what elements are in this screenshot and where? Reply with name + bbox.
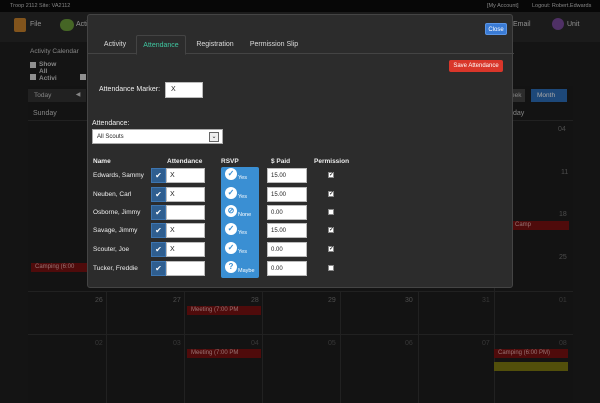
tab-activity[interactable]: Activity — [96, 35, 134, 54]
scout-name: Osborne, Jimmy — [93, 209, 141, 216]
attendance-input[interactable]: X — [166, 242, 205, 257]
attendance-checkbox[interactable]: ✔ — [151, 187, 166, 202]
tab-permission-slip[interactable]: Permission Slip — [245, 35, 303, 54]
rsvp-label: Yes — [238, 230, 247, 236]
rsvp-label: Yes — [238, 194, 247, 200]
rsvp-status[interactable]: ✓ Yes — [223, 187, 259, 205]
rsvp-label: Yes — [238, 249, 247, 255]
attendance-checkbox[interactable]: ✔ — [151, 168, 166, 183]
attendance-filter-value: All Scouts — [97, 134, 124, 140]
scout-name: Edwards, Sammy — [93, 172, 144, 179]
attendance-checkbox[interactable]: ✔ — [151, 205, 166, 220]
check-icon: ✔ — [155, 226, 162, 235]
check-icon: ✓ — [225, 242, 237, 254]
scout-name: Scouter, Joe — [93, 246, 130, 253]
paid-input[interactable]: 0.00 — [267, 242, 307, 257]
rsvp-label: Yes — [238, 175, 247, 181]
chevron-down-icon: ⌄ — [209, 132, 219, 142]
attendance-checkbox[interactable]: ✔ — [151, 261, 166, 276]
attendance-input[interactable] — [166, 205, 205, 220]
rsvp-status[interactable]: ⊘ None — [223, 205, 259, 223]
column-header-name: Name — [93, 158, 111, 165]
permission-checkbox[interactable]: ✓ — [328, 191, 334, 197]
attendance-input[interactable]: X — [166, 168, 205, 183]
check-icon: ✓ — [225, 223, 237, 235]
permission-checkbox[interactable]: ✓ — [328, 172, 334, 178]
attendance-checkbox[interactable]: ✔ — [151, 223, 166, 238]
activity-modal: Close Activity Attendance Registration P… — [87, 14, 514, 288]
paid-input[interactable]: 0.00 — [267, 205, 307, 220]
column-header-permission: Permission — [314, 158, 350, 165]
check-icon: ✔ — [155, 190, 162, 199]
rsvp-label: Maybe — [238, 268, 255, 274]
tab-registration[interactable]: Registration — [191, 35, 239, 54]
paid-input[interactable]: 15.00 — [267, 168, 307, 183]
rsvp-status[interactable]: ? Maybe — [223, 261, 259, 279]
attendance-input[interactable]: X — [166, 187, 205, 202]
permission-checkbox[interactable]: ✓ — [328, 246, 334, 252]
close-button[interactable]: Close — [485, 23, 507, 35]
check-icon: ✓ — [225, 168, 237, 180]
none-icon: ⊘ — [225, 205, 237, 217]
check-icon: ✔ — [155, 171, 162, 180]
column-header-paid: $ Paid — [271, 158, 291, 165]
paid-input[interactable]: 15.00 — [267, 187, 307, 202]
rsvp-status[interactable]: ✓ Yes — [223, 168, 259, 186]
paid-input[interactable]: 15.00 — [267, 223, 307, 238]
attendance-marker-input[interactable]: X — [165, 82, 203, 98]
question-icon: ? — [225, 261, 237, 273]
check-icon: ✔ — [155, 245, 162, 254]
permission-checkbox[interactable] — [328, 265, 334, 271]
column-header-rsvp: RSVP — [221, 158, 239, 165]
scout-name: Neuben, Carl — [93, 191, 132, 198]
attendance-input[interactable] — [166, 261, 205, 276]
attendance-input[interactable]: X — [166, 223, 205, 238]
attendance-filter-select[interactable]: All Scouts ⌄ — [92, 129, 223, 144]
permission-checkbox[interactable] — [328, 209, 334, 215]
rsvp-label: None — [238, 212, 252, 218]
paid-input[interactable]: 0.00 — [267, 261, 307, 276]
rsvp-status[interactable]: ✓ Yes — [223, 223, 259, 241]
column-header-attendance: Attendance — [167, 158, 203, 165]
scout-name: Tucker, Freddie — [93, 265, 138, 272]
rsvp-status[interactable]: ✓ Yes — [223, 242, 259, 260]
permission-checkbox[interactable]: ✓ — [328, 227, 334, 233]
check-icon: ✔ — [155, 264, 162, 273]
attendance-marker-label: Attendance Marker: — [99, 86, 161, 93]
scout-name: Savage, Jimmy — [93, 227, 138, 234]
attendance-filter-label: Attendance: — [92, 120, 130, 127]
modal-tabs: Activity Attendance Registration Permiss… — [88, 35, 514, 55]
check-icon: ✓ — [225, 187, 237, 199]
check-icon: ✔ — [155, 208, 162, 217]
save-attendance-button[interactable]: Save Attendance — [449, 60, 503, 72]
attendance-checkbox[interactable]: ✔ — [151, 242, 166, 257]
tab-attendance[interactable]: Attendance — [136, 35, 186, 55]
